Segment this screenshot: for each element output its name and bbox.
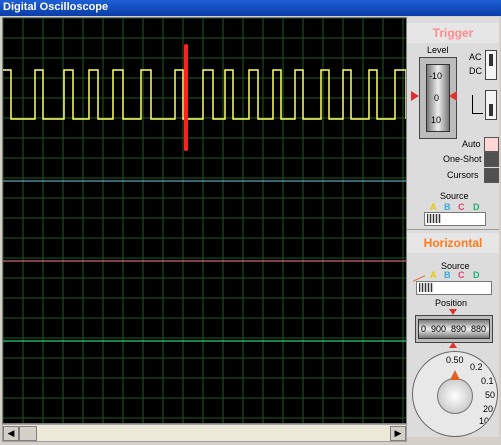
trigger-heading: Trigger	[407, 23, 499, 43]
cursors-button[interactable]	[484, 168, 499, 183]
scope-grid	[3, 18, 406, 423]
dial-tick-50: 50	[485, 390, 496, 400]
auto-button[interactable]	[484, 137, 499, 152]
trigger-channel-a: A	[430, 202, 437, 212]
level-tick-pos: 10	[431, 115, 442, 125]
trigger-channel-c: C	[458, 202, 465, 212]
position-tick-880: 880	[471, 324, 487, 334]
cursors-label: Cursors	[447, 170, 479, 180]
position-knob[interactable]: 0 900 890 880	[415, 315, 493, 343]
horizontal-ramp-icon	[413, 269, 425, 282]
horizontal-channel-d: D	[473, 270, 480, 280]
auto-label: Auto	[462, 139, 481, 149]
control-panel: Trigger Level -10 0 10 AC DC Auto One-Sh…	[407, 17, 499, 437]
dial-knob	[437, 378, 473, 414]
trigger-source-slider[interactable]	[424, 212, 486, 226]
position-label: Position	[435, 298, 468, 308]
one-shot-button[interactable]	[484, 152, 499, 167]
one-shot-label: One-Shot	[443, 154, 482, 164]
level-label: Level	[427, 45, 449, 55]
edge-icon	[472, 95, 483, 114]
horizontal-source-slider[interactable]	[416, 281, 492, 295]
title-bar: Digital Oscilloscope	[0, 0, 501, 16]
level-left-marker-icon	[411, 91, 419, 101]
position-tick-890: 890	[451, 324, 467, 334]
horizontal-channel-a: A	[430, 270, 437, 280]
scroll-right-icon[interactable]: ▶	[390, 426, 406, 441]
dial-tick-0-2: 0.2	[470, 362, 483, 372]
timebase-dial[interactable]: 0.50 0.2 0.1 50 20 10	[412, 351, 498, 437]
coupling-switch[interactable]	[485, 50, 497, 80]
level-tick-neg: -10	[429, 71, 443, 81]
edge-switch[interactable]	[485, 90, 497, 120]
coupling-dc-label: DC	[469, 66, 482, 76]
horizontal-channel-b: B	[444, 270, 451, 280]
horizontal-scrollbar[interactable]: ◀ ▶	[2, 424, 407, 442]
horizontal-channel-c: C	[458, 270, 465, 280]
position-marker-bottom-icon	[449, 342, 457, 348]
trigger-channel-d: D	[473, 202, 480, 212]
level-knob[interactable]: -10 0 10	[411, 57, 457, 139]
position-tick-0: 0	[421, 324, 427, 334]
dial-tick-10: 10	[479, 416, 490, 426]
dial-pointer-icon	[450, 370, 460, 380]
dial-tick-0-1: 0.1	[481, 376, 494, 386]
dial-tick-0-50: 0.50	[446, 355, 464, 365]
trace-channel-a	[3, 69, 406, 120]
window-title: Digital Oscilloscope	[3, 1, 109, 13]
horizontal-heading: Horizontal	[407, 233, 499, 253]
position-tick-900: 900	[431, 324, 447, 334]
dial-tick-20: 20	[483, 404, 494, 414]
scroll-thumb[interactable]	[19, 426, 37, 441]
trigger-channel-b: B	[444, 202, 451, 212]
scope-display	[2, 17, 407, 424]
trigger-source-label: Source	[440, 191, 469, 201]
coupling-ac-label: AC	[469, 52, 482, 62]
level-tick-zero: 0	[434, 93, 440, 103]
scroll-left-icon[interactable]: ◀	[3, 426, 19, 441]
level-right-marker-icon	[449, 91, 457, 101]
